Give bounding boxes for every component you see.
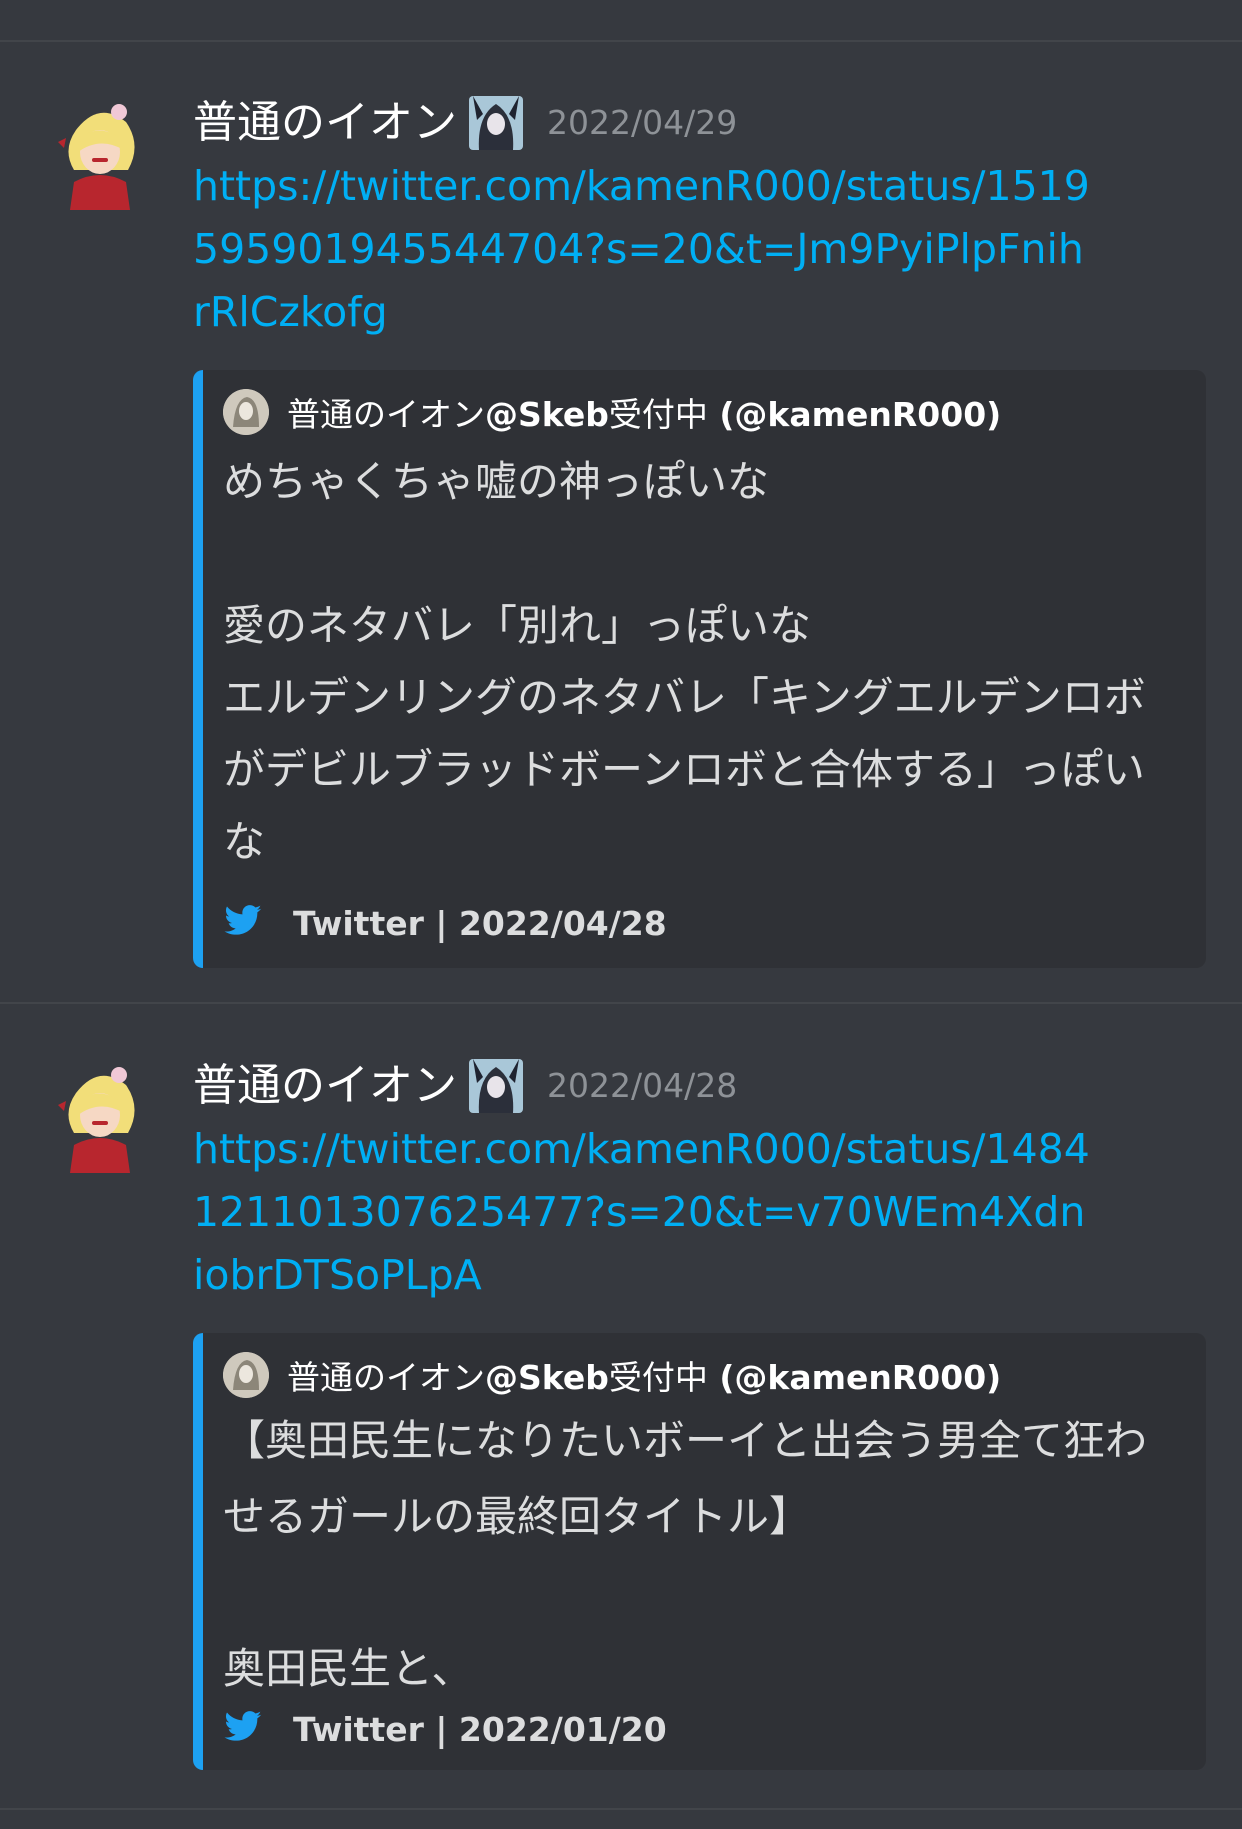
- tweet-embed[interactable]: 普通のイオン@Skeb受付中 (@kamenR000) めちゃくちゃ嘘の神っぽい…: [193, 370, 1206, 968]
- top-divider: [0, 40, 1242, 42]
- username[interactable]: 普通のイオン: [193, 1056, 457, 1116]
- embed-description: 【奥田民生になりたいボーイと出会う男全て狂わせるガールの最終回タイトル】 奥田民…: [223, 1416, 1148, 1693]
- embed-author-name: 普通のイオン@Skeb受付中 (@kamenR000): [287, 1358, 1002, 1397]
- user-avatar[interactable]: [56, 100, 142, 210]
- chat-message[interactable]: 普通のイオン 2022/04/28 https://twitter.com/ka…: [0, 1043, 1242, 1783]
- embed-footer: Twitter | 2022/04/28: [223, 903, 667, 943]
- embed-footer-text: Twitter | 2022/04/28: [293, 903, 667, 943]
- embed-author[interactable]: 普通のイオン@Skeb受付中 (@kamenR000): [223, 388, 1001, 436]
- embed-footer: Twitter | 2022/01/20: [223, 1709, 667, 1749]
- message-timestamp: 2022/04/29: [547, 103, 738, 142]
- message-divider: [0, 1002, 1242, 1004]
- role-icon: [469, 96, 523, 150]
- embed-author-avatar: [223, 389, 269, 435]
- twitter-bird-icon: [223, 901, 263, 945]
- embed-author-name: 普通のイオン@Skeb受付中 (@kamenR000): [287, 395, 1002, 434]
- message-header: 普通のイオン 2022/04/29: [193, 93, 1208, 153]
- embed-author[interactable]: 普通のイオン@Skeb受付中 (@kamenR000): [223, 1351, 1001, 1399]
- embed-author-avatar: [223, 1352, 269, 1398]
- user-avatar[interactable]: [56, 1063, 142, 1173]
- chat-message[interactable]: 普通のイオン 2022/04/29 https://twitter.com/ka…: [0, 80, 1242, 970]
- role-icon: [469, 1059, 523, 1113]
- twitter-bird-icon: [223, 1707, 263, 1751]
- tweet-embed[interactable]: 普通のイオン@Skeb受付中 (@kamenR000) 【奥田民生になりたいボー…: [193, 1333, 1206, 1770]
- embed-description: めちゃくちゃ嘘の神っぽいな 愛のネタバレ「別れ」っぽいな エルデンリングのネタバ…: [223, 457, 1146, 866]
- tweet-link[interactable]: https://twitter.com/kamenR000/status/148…: [193, 1118, 1093, 1307]
- embed-footer-text: Twitter | 2022/01/20: [293, 1709, 667, 1749]
- username[interactable]: 普通のイオン: [193, 93, 457, 153]
- tweet-link[interactable]: https://twitter.com/kamenR000/status/151…: [193, 155, 1093, 344]
- message-header: 普通のイオン 2022/04/28: [193, 1056, 1208, 1116]
- message-timestamp: 2022/04/28: [547, 1066, 738, 1105]
- bottom-divider: [0, 1808, 1242, 1810]
